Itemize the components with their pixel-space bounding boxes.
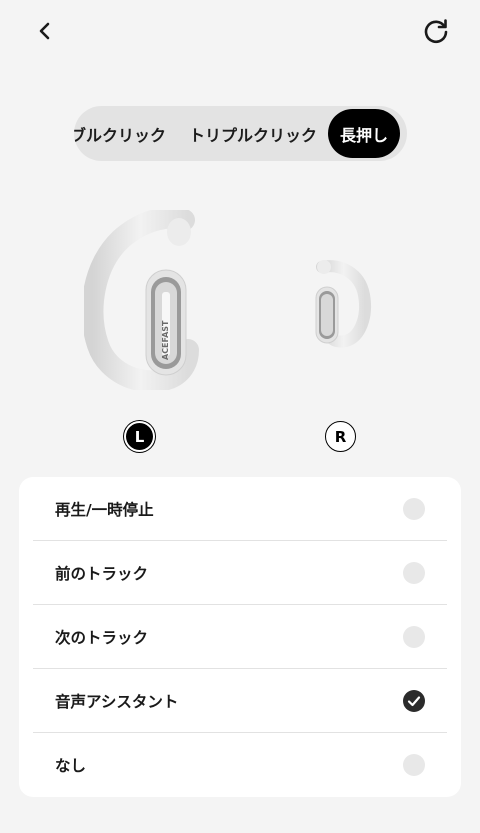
- tab-double-click[interactable]: ブルクリック: [74, 106, 166, 161]
- brand-mark: ACEFAST: [161, 320, 170, 360]
- radio-unchecked-icon[interactable]: [403, 754, 425, 776]
- radio-unchecked-icon[interactable]: [403, 562, 425, 584]
- radio-unchecked-icon[interactable]: [403, 626, 425, 648]
- option-label: 再生/一時停止: [55, 501, 154, 519]
- checkmark-icon: [407, 696, 421, 707]
- reset-button[interactable]: [420, 17, 452, 49]
- option-previous-track[interactable]: 前のトラック: [33, 541, 447, 605]
- radio-checked-icon[interactable]: [403, 690, 425, 712]
- left-earbud-image[interactable]: ACEFAST: [81, 206, 204, 393]
- tab-long-press[interactable]: 長押し: [328, 109, 400, 158]
- chevron-left-icon: [37, 22, 53, 44]
- right-earbud-toggle[interactable]: R: [325, 421, 356, 452]
- radio-unchecked-icon[interactable]: [403, 498, 425, 520]
- option-label: 前のトラック: [55, 565, 149, 583]
- action-options-card: 再生/一時停止 前のトラック 次のトラック 音声アシスタント なし: [19, 477, 461, 797]
- option-play-pause[interactable]: 再生/一時停止: [33, 477, 447, 541]
- left-earbud-toggle[interactable]: L: [124, 421, 155, 452]
- option-label: なし: [55, 757, 87, 775]
- tab-triple-click[interactable]: トリプルクリック: [188, 106, 318, 161]
- click-type-tabs: ブルクリック トリプルクリック 長押し: [74, 106, 407, 161]
- option-label: 次のトラック: [55, 629, 149, 647]
- refresh-icon: [422, 17, 450, 49]
- back-button[interactable]: [30, 18, 60, 48]
- right-earbud-image[interactable]: [310, 255, 374, 349]
- option-label: 音声アシスタント: [55, 693, 179, 711]
- option-next-track[interactable]: 次のトラック: [33, 605, 447, 669]
- option-none[interactable]: なし: [33, 733, 447, 797]
- option-voice-assistant[interactable]: 音声アシスタント: [33, 669, 447, 733]
